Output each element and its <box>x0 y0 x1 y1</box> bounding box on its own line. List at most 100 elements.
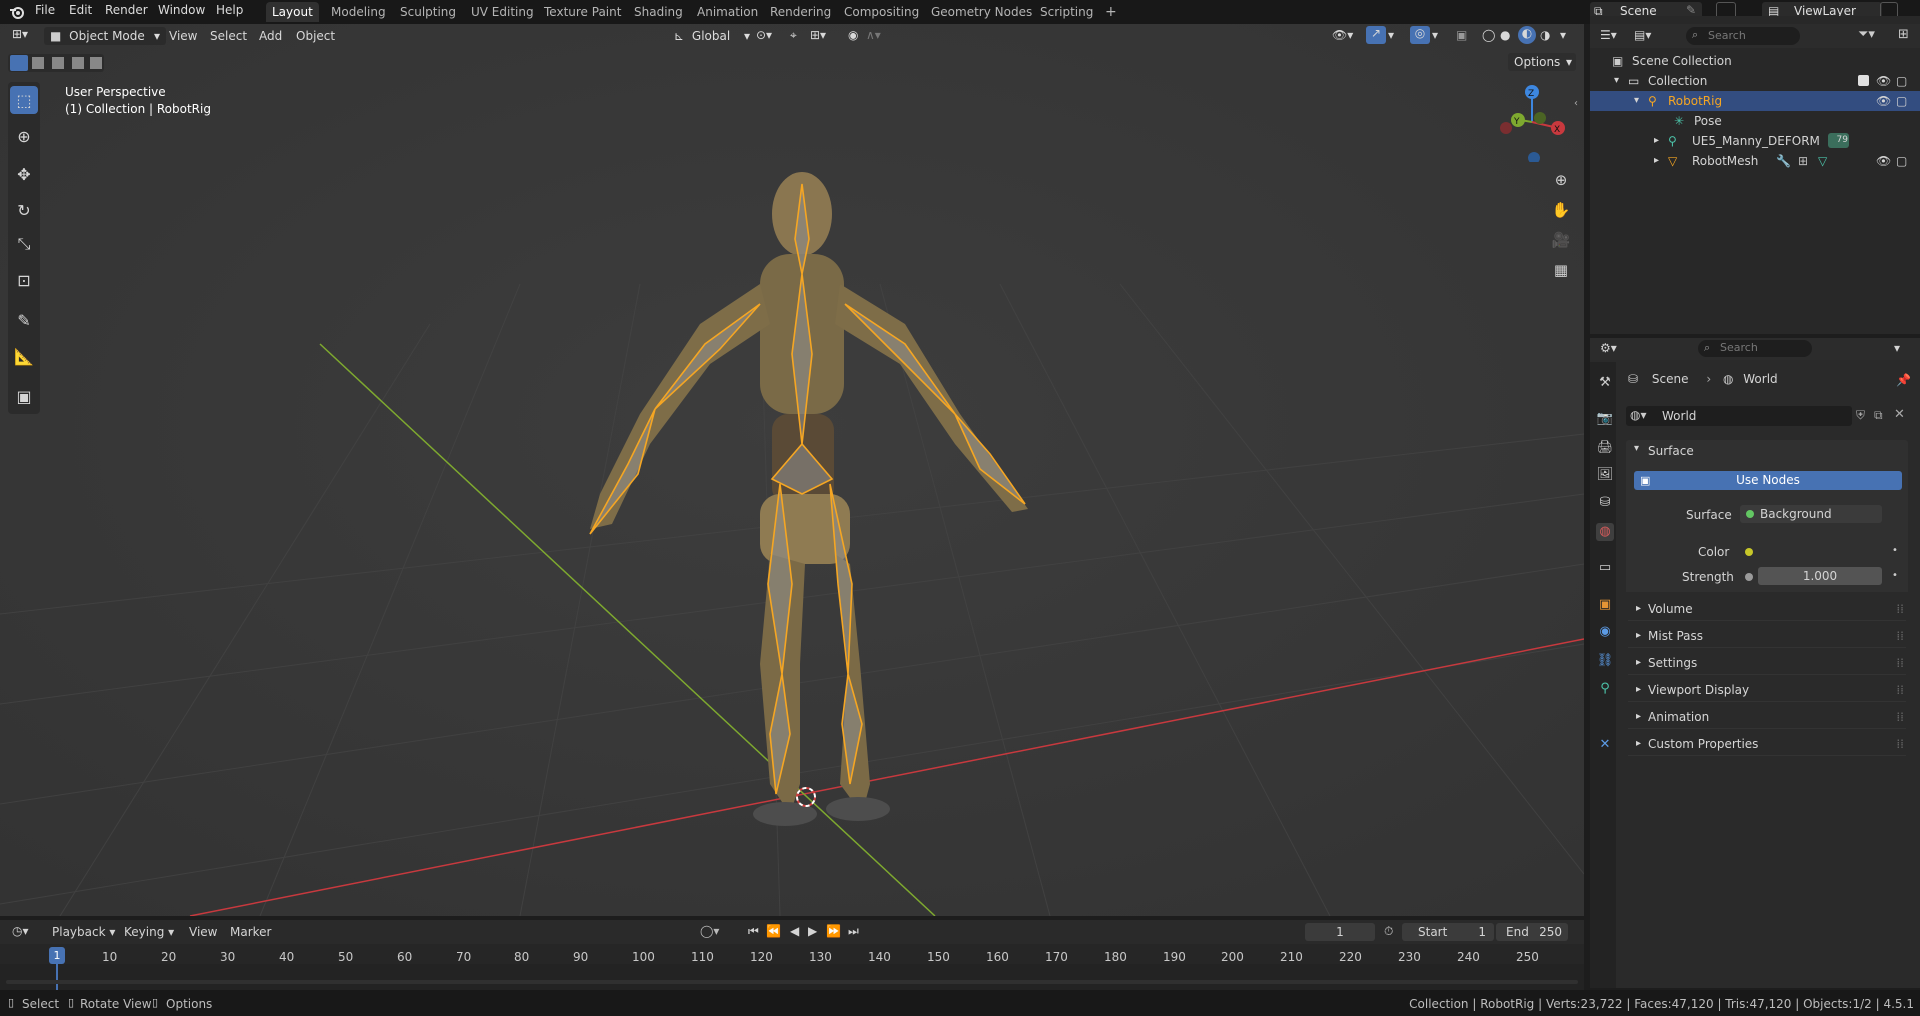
visibility-icon[interactable]: 👁▾ <box>1332 28 1353 42</box>
vertex-groups-icon[interactable]: ⊞ <box>1798 151 1808 171</box>
timeline-scrollbar[interactable] <box>6 980 1578 984</box>
animation-panel[interactable]: ▸ Animation ⁞⁞ <box>1628 706 1906 729</box>
proportional-edit-icon[interactable]: ◉ <box>848 28 858 42</box>
rendered-shading-icon[interactable]: ◑ <box>1540 28 1550 42</box>
collection-tab-icon[interactable]: ▭ <box>1596 559 1614 577</box>
tab-layout[interactable]: Layout <box>266 2 319 22</box>
select-intersect-icon[interactable] <box>90 57 102 69</box>
constraints-tab-icon[interactable]: ⛓ <box>1596 652 1614 670</box>
scene-tab-icon[interactable]: ⛁ <box>1596 494 1614 512</box>
falloff-icon[interactable]: ∧▾ <box>866 28 881 42</box>
properties-search[interactable]: ⌕ Search <box>1698 340 1812 357</box>
xray-toggle-icon[interactable]: ▣ <box>1456 28 1467 42</box>
add-cube-tool-icon[interactable]: ▣ <box>10 382 38 410</box>
gizmo-dropdown-icon[interactable]: ▾ <box>1388 28 1394 42</box>
jump-to-start-icon[interactable]: ⏮ <box>748 924 759 939</box>
start-frame-field[interactable]: Start 1 <box>1402 923 1494 941</box>
select-extend-icon[interactable] <box>32 57 44 69</box>
volume-panel[interactable]: ▸ Volume ⁞⁞ <box>1628 598 1906 621</box>
overlay-dropdown-icon[interactable]: ▾ <box>1432 28 1438 42</box>
zoom-icon[interactable]: ⊕ <box>1548 167 1574 193</box>
add-workspace-button[interactable]: + <box>1099 2 1123 22</box>
annotate-tool-icon[interactable]: ✎ <box>10 306 38 334</box>
drag-handle-icon[interactable]: ⁞⁞ <box>1896 679 1904 701</box>
drag-handle-icon[interactable]: ⁞⁞ <box>1896 598 1904 620</box>
mist-pass-panel[interactable]: ▸ Mist Pass ⁞⁞ <box>1628 625 1906 648</box>
menu-select[interactable]: Select <box>210 29 247 43</box>
camera-icon[interactable]: ▢ <box>1896 91 1907 111</box>
camera-icon[interactable]: ▢ <box>1896 151 1907 171</box>
tab-animation[interactable]: Animation <box>691 2 764 22</box>
keyframe-dot-icon[interactable]: • <box>1892 545 1898 556</box>
physics-tab-icon[interactable]: ◉ <box>1596 623 1614 641</box>
outliner-editor-type-icon[interactable]: ☰▾ <box>1600 28 1617 42</box>
unlink-datablock-icon[interactable]: ✕ <box>1894 407 1905 422</box>
surface-shader-dropdown[interactable]: Background <box>1740 505 1882 523</box>
menu-window[interactable]: Window <box>158 3 205 17</box>
options-dropdown[interactable]: Options ▾ <box>1508 53 1576 71</box>
wireframe-shading-icon[interactable]: ◯ <box>1482 28 1495 42</box>
menu-keying[interactable]: Keying ▾ <box>124 925 174 939</box>
eye-icon[interactable]: 👁 <box>1876 71 1891 91</box>
drag-handle-icon[interactable]: ⁞⁞ <box>1896 625 1904 647</box>
mesh-data-icon[interactable]: ▽ <box>1818 151 1827 171</box>
menu-file[interactable]: File <box>35 3 55 17</box>
menu-render[interactable]: Render <box>105 3 148 17</box>
blender-logo-icon[interactable] <box>9 4 25 20</box>
fake-user-shield-icon[interactable]: ⛨ <box>1856 408 1865 423</box>
settings-panel[interactable]: ▸ Settings ⁞⁞ <box>1628 652 1906 675</box>
move-tool-icon[interactable]: ✥ <box>10 160 38 188</box>
transform-tool-icon[interactable]: ⊡ <box>10 266 38 294</box>
select-subtract-icon[interactable] <box>52 57 64 69</box>
jump-to-keyframe-prev-icon[interactable]: ⏪ <box>766 924 781 938</box>
shading-dropdown-icon[interactable]: ▾ <box>1560 28 1566 42</box>
drag-handle-icon[interactable]: ⁞⁞ <box>1896 733 1904 755</box>
output-tab-icon[interactable]: 🖨 <box>1596 439 1614 457</box>
scale-tool-icon[interactable]: ⤡ <box>10 230 38 258</box>
outliner-row-robotmesh[interactable]: ▸ ▽ RobotMesh 🔧 ⊞ ▽ 👁 ▢ <box>1590 151 1920 171</box>
transform-orientation-dropdown[interactable]: ⊾ Global ▾ <box>668 27 752 45</box>
keyframe-dot-icon[interactable]: • <box>1892 570 1898 581</box>
drag-handle-icon[interactable]: ⁞⁞ <box>1896 706 1904 728</box>
pivot-point-icon[interactable]: ⊙▾ <box>756 28 772 42</box>
tab-texture-paint[interactable]: Texture Paint <box>538 2 627 22</box>
surface-panel-header[interactable]: ▾ Surface <box>1626 440 1908 462</box>
strength-field[interactable]: 1.000 <box>1758 567 1882 585</box>
outliner-row-ue5-manny-deform[interactable]: ▸ ⚲ UE5_Manny_DEFORM 79 <box>1590 131 1920 151</box>
duplicate-datablock-icon[interactable]: ⧉ <box>1874 408 1883 423</box>
tab-scripting[interactable]: Scripting <box>1034 2 1099 22</box>
eye-icon[interactable]: 👁 <box>1876 91 1891 111</box>
menu-timeline-view[interactable]: View <box>189 925 217 939</box>
color-swatch[interactable] <box>1758 542 1882 560</box>
sidebar-toggle-icon[interactable]: ‹ <box>1574 98 1578 109</box>
play-icon[interactable]: ▶ <box>808 924 817 938</box>
snap-target-icon[interactable]: ⊞▾ <box>810 28 826 42</box>
tab-uv-editing[interactable]: UV Editing <box>465 2 540 22</box>
properties-editor-type-icon[interactable]: ⚙▾ <box>1600 341 1617 355</box>
tab-geometry-nodes[interactable]: Geometry Nodes <box>925 2 1038 22</box>
chevron-down-icon[interactable]: ▾ <box>1614 71 1619 91</box>
new-collection-icon[interactable]: ⊞ <box>1898 27 1909 42</box>
camera-icon[interactable]: ▢ <box>1896 71 1907 91</box>
use-preview-range-icon[interactable]: ⏱ <box>1384 924 1393 939</box>
tool-tab-icon[interactable]: ⚒ <box>1596 374 1614 392</box>
menu-object[interactable]: Object <box>296 29 335 43</box>
rotate-tool-icon[interactable]: ↻ <box>10 196 38 224</box>
editor-type-button[interactable]: ⊞▾ <box>12 27 38 45</box>
tab-compositing[interactable]: Compositing <box>838 2 925 22</box>
tab-rendering[interactable]: Rendering <box>764 2 837 22</box>
gizmo-toggle-icon[interactable]: ↗ <box>1366 26 1386 44</box>
perspective-toggle-icon[interactable]: ▦ <box>1548 257 1574 283</box>
object-tab-icon[interactable]: ▣ <box>1596 596 1614 614</box>
select-mode-group[interactable] <box>8 54 104 72</box>
mode-dropdown[interactable]: ■ Object Mode ▾ <box>44 27 166 45</box>
chevron-down-icon[interactable]: ▾ <box>1634 91 1639 111</box>
menu-view[interactable]: View <box>169 29 197 43</box>
playhead[interactable]: 1 <box>49 947 65 964</box>
pin-icon[interactable]: 📌 <box>1896 373 1911 387</box>
timeline-editor-type-icon[interactable]: ◷▾ <box>12 924 29 938</box>
tab-sculpting[interactable]: Sculpting <box>394 2 462 22</box>
tab-shading[interactable]: Shading <box>628 2 689 22</box>
material-shading-icon[interactable]: ◐ <box>1518 26 1536 44</box>
view-layer-tab-icon[interactable]: 🖼 <box>1596 466 1614 484</box>
